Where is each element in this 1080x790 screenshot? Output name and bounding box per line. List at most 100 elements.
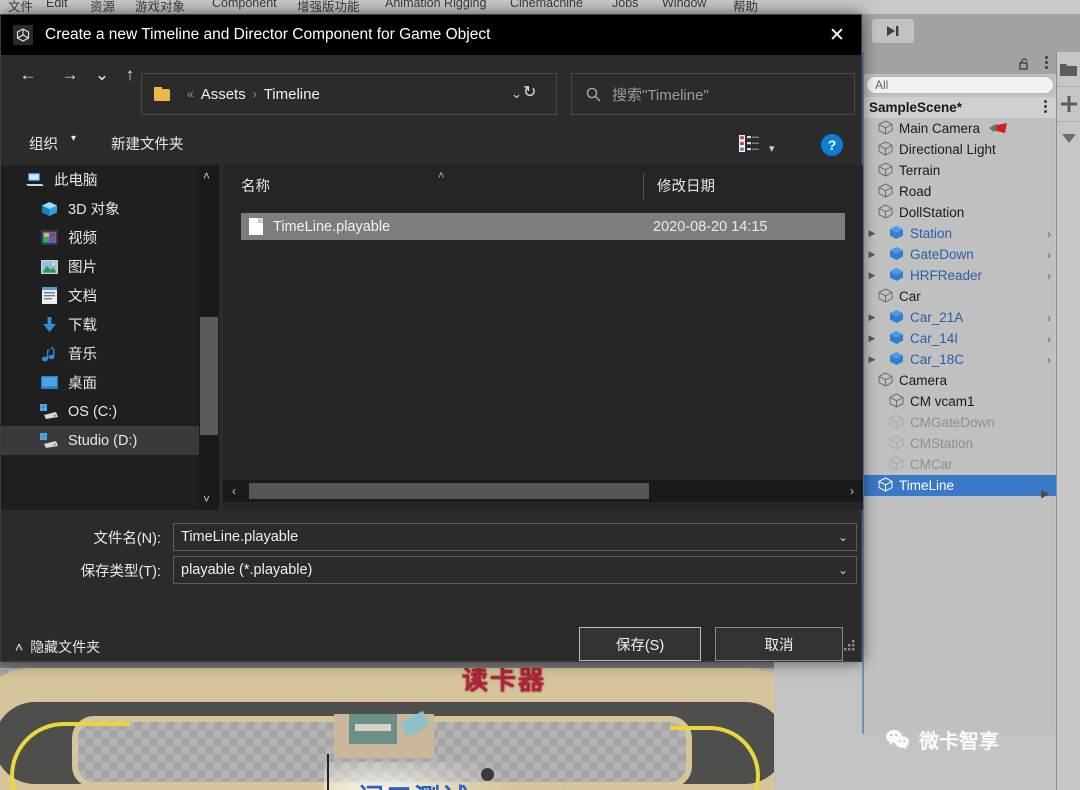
breadcrumb[interactable]: « Assets › Timeline ⌄ xyxy=(141,73,557,115)
new-folder-button[interactable]: 新建文件夹 xyxy=(111,133,184,154)
menu-item-gameobject[interactable]: 游戏对象 xyxy=(135,0,185,14)
hide-folders-toggle[interactable]: ˄ 隐藏文件夹 xyxy=(15,637,100,657)
menu-item-component[interactable]: Component xyxy=(212,0,277,10)
caret-down-icon[interactable] xyxy=(1057,122,1080,156)
menu-item-jobs[interactable]: Jobs xyxy=(612,0,638,10)
hierarchy-item-main-camera[interactable]: Main Camera xyxy=(864,118,1056,139)
hierarchy-item-car-14i[interactable]: ▶ Car_14I › xyxy=(864,328,1056,349)
menu-item-anim-rigging[interactable]: Animation Rigging xyxy=(385,0,486,10)
hierarchy-search-input[interactable]: All xyxy=(866,76,1054,94)
breadcrumb-item-assets[interactable]: Assets xyxy=(201,86,246,103)
chevron-right-icon[interactable]: › xyxy=(1042,311,1056,325)
drive-icon xyxy=(39,403,59,421)
organize-button[interactable]: 组织 xyxy=(29,133,58,154)
hscroll-left-icon[interactable]: ‹ xyxy=(223,484,245,498)
step-forward-button[interactable] xyxy=(872,19,914,43)
chevron-down-icon[interactable]: ⌄ xyxy=(838,563,848,577)
hierarchy-item-car-21a[interactable]: ▶ Car_21A › xyxy=(864,307,1056,328)
hierarchy-item-car[interactable]: Car xyxy=(864,286,1056,307)
chevron-down-icon[interactable]: ⌄ xyxy=(89,63,115,87)
dialog-title-bar[interactable]: Create a new Timeline and Director Compo… xyxy=(1,15,861,55)
column-header-name[interactable]: 名称 xyxy=(241,175,270,196)
hierarchy-item-gatedown[interactable]: ▶ GateDown › xyxy=(864,244,1056,265)
scroll-thumb[interactable] xyxy=(200,317,218,435)
menu-item-cinemachine[interactable]: Cinemachine xyxy=(510,0,583,10)
scroll-down-icon[interactable]: ˅ xyxy=(203,492,210,506)
scroll-up-icon[interactable]: ˄ xyxy=(203,169,210,183)
list-view-icon[interactable] xyxy=(739,135,759,157)
chevron-right-icon[interactable]: › xyxy=(1042,227,1056,241)
hierarchy-item-station[interactable]: ▶ Station › xyxy=(864,223,1056,244)
menu-item-file[interactable]: 文件 xyxy=(8,0,33,14)
hierarchy-item-hrfreader[interactable]: ▶ HRFReader › xyxy=(864,265,1056,286)
menu-item-window[interactable]: Window xyxy=(662,0,706,10)
folder-icon[interactable] xyxy=(1057,52,1080,86)
hscroll-right-icon[interactable]: › xyxy=(841,484,863,498)
places-item-studio-d-[interactable]: Studio (D:) xyxy=(1,426,219,455)
places-item--[interactable]: 文档 xyxy=(1,281,219,310)
places-item--[interactable]: 音乐 xyxy=(1,339,219,368)
hierarchy-expand-arrow-icon[interactable]: ▶ xyxy=(1041,487,1049,500)
hierarchy-item-road[interactable]: Road xyxy=(864,181,1056,202)
places-item--[interactable]: 图片 xyxy=(1,252,219,281)
chevron-down-icon[interactable]: ⌄ xyxy=(511,86,522,102)
column-header-modified[interactable]: 修改日期 xyxy=(657,175,715,196)
hscroll-thumb[interactable] xyxy=(249,483,649,499)
cancel-button[interactable]: 取消 xyxy=(715,627,843,661)
chevron-right-icon[interactable]: › xyxy=(1042,353,1056,367)
arrow-right-icon[interactable]: → xyxy=(57,63,83,87)
hierarchy-item-terrain[interactable]: Terrain xyxy=(864,160,1056,181)
search-box[interactable]: 搜索"Timeline" xyxy=(571,73,855,115)
hierarchy-item-cmcar[interactable]: CMCar xyxy=(864,454,1056,475)
places-item--[interactable]: 桌面 xyxy=(1,368,219,397)
scene-view[interactable]: 读卡器 闸口测试 xyxy=(0,660,774,790)
hierarchy-item-dollstation[interactable]: DollStation xyxy=(864,202,1056,223)
scene-kebab-icon[interactable] xyxy=(1044,100,1047,115)
hierarchy-item-car-18c[interactable]: ▶ Car_18C › xyxy=(864,349,1056,370)
chevron-right-icon[interactable]: › xyxy=(1042,248,1056,262)
places-item-3d-[interactable]: 3D 对象 xyxy=(1,194,219,223)
places-item-os-c-[interactable]: OS (C:) xyxy=(1,397,219,426)
twisty-icon[interactable]: ▶ xyxy=(866,228,878,239)
hierarchy-item-camera[interactable]: Camera xyxy=(864,370,1056,391)
refresh-icon[interactable]: ↻ xyxy=(523,82,536,102)
breadcrumb-item-timeline[interactable]: Timeline xyxy=(264,86,320,103)
arrow-left-icon[interactable]: ← xyxy=(15,63,41,87)
chevron-right-icon[interactable]: › xyxy=(1042,269,1056,283)
filename-input[interactable]: TimeLine.playable ⌄ xyxy=(173,523,857,551)
menu-item-edit[interactable]: Edit xyxy=(46,0,68,10)
savetype-select[interactable]: playable (*.playable) ⌄ xyxy=(173,556,857,584)
twisty-icon[interactable]: ▶ xyxy=(866,354,878,365)
twisty-icon[interactable]: ▶ xyxy=(866,333,878,344)
places-item--[interactable]: 此电脑 xyxy=(1,165,219,194)
hierarchy-item-cm-vcam1[interactable]: CM vcam1 xyxy=(864,391,1056,412)
twisty-icon[interactable]: ▶ xyxy=(866,270,878,281)
resize-grip[interactable] xyxy=(844,639,856,657)
menu-item-enhanced[interactable]: 增强版功能 xyxy=(297,0,360,14)
chevron-right-icon[interactable]: › xyxy=(1042,332,1056,346)
table-row[interactable]: TimeLine.playable 2020-08-20 14:15 xyxy=(241,213,845,240)
organize-caret-icon[interactable]: ▾ xyxy=(71,133,76,144)
twisty-icon[interactable]: ▶ xyxy=(866,312,878,323)
help-button[interactable]: ? xyxy=(821,134,843,156)
file-list-hscrollbar[interactable]: ‹ › xyxy=(223,480,863,502)
hierarchy-item-directional-light[interactable]: Directional Light xyxy=(864,139,1056,160)
hierarchy-scene-row[interactable]: SampleScene* xyxy=(864,97,1056,118)
places-item--[interactable]: 视频 xyxy=(1,223,219,252)
menu-item-help[interactable]: 帮助 xyxy=(733,0,758,14)
hierarchy-item-cmstation[interactable]: CMStation xyxy=(864,433,1056,454)
save-button[interactable]: 保存(S) xyxy=(579,627,701,661)
hierarchy-menu-icon[interactable] xyxy=(1045,56,1048,71)
places-scrollbar[interactable]: ˄ ˅ xyxy=(199,165,219,510)
menu-item-assets[interactable]: 资源 xyxy=(90,0,115,14)
close-icon[interactable]: ✕ xyxy=(813,15,861,55)
hierarchy-item-timeline[interactable]: TimeLine xyxy=(864,475,1056,496)
view-caret-icon[interactable]: ▾ xyxy=(769,142,775,155)
lock-open-icon[interactable] xyxy=(1019,57,1030,75)
places-item--[interactable]: 下载 xyxy=(1,310,219,339)
arrow-up-icon[interactable]: ↑ xyxy=(117,63,143,87)
twisty-icon[interactable]: ▶ xyxy=(866,249,878,260)
plus-icon[interactable] xyxy=(1057,87,1080,121)
hierarchy-item-cmgatedown[interactable]: CMGateDown xyxy=(864,412,1056,433)
chevron-down-icon[interactable]: ⌄ xyxy=(838,530,848,544)
